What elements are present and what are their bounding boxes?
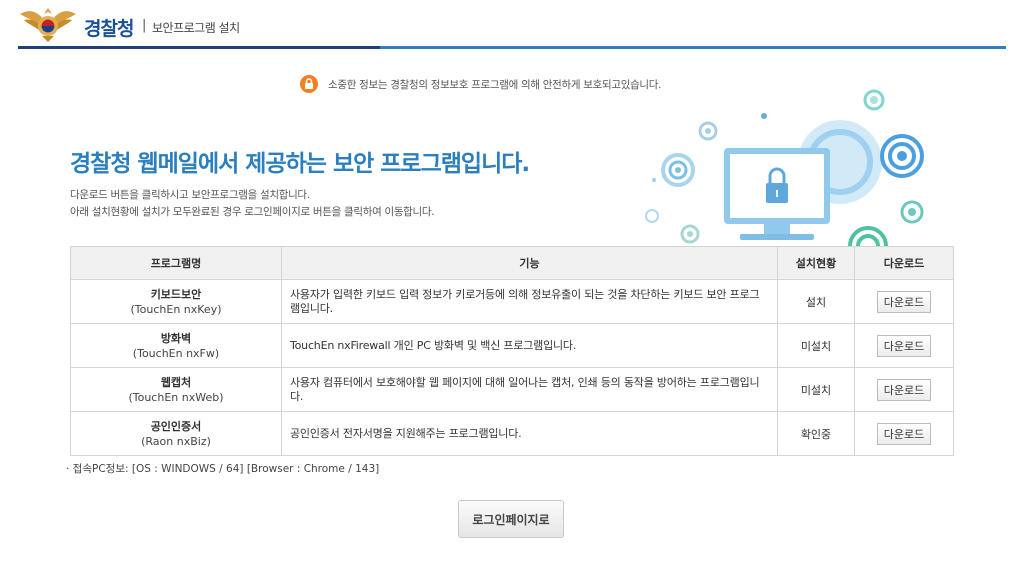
- table-row: 공인인증서 (Raon nxBiz) 공인인증서 전자서명을 지원해주는 프로그…: [70, 411, 954, 456]
- download-button[interactable]: 다운로드: [876, 290, 932, 313]
- brand-title: 경찰청: [84, 18, 134, 40]
- program-function: 사용자 컴퓨터에서 보호해야할 웹 페이지에 대해 일어나는 캡처, 인쇄 등의…: [281, 367, 778, 412]
- program-product: (Raon nxBiz): [141, 434, 211, 448]
- program-product: (TouchEn nxWeb): [128, 390, 224, 404]
- program-name: 공인인증서: [150, 419, 202, 433]
- login-page-button[interactable]: 로그인페이지로: [458, 500, 564, 538]
- table-row: 방화벽 (TouchEn nxFw) TouchEn nxFirewall 개인…: [70, 323, 954, 368]
- security-illustration: [640, 86, 940, 247]
- program-table: 프로그램명 기능 설치현황 다운로드 키보드보안 (TouchEn nxKey)…: [70, 246, 954, 456]
- notice-text: 소중한 정보는 경찰청의 정보보호 프로그램에 의해 안전하게 보호되고있습니다…: [328, 79, 662, 91]
- column-header-download: 다운로드: [854, 246, 954, 280]
- header-divider-accent: [18, 46, 380, 49]
- program-name: 웹캡처: [160, 375, 192, 389]
- page-subtitle: 보안프로그램 설치: [152, 21, 240, 35]
- column-header-status: 설치현황: [777, 246, 855, 280]
- download-button[interactable]: 다운로드: [876, 334, 932, 357]
- download-cell: 다운로드: [854, 411, 954, 456]
- install-status: 설치: [777, 279, 855, 324]
- download-button[interactable]: 다운로드: [876, 378, 932, 401]
- download-cell: 다운로드: [854, 367, 954, 412]
- install-status: 미설치: [777, 323, 855, 368]
- program-name: 키보드보안: [150, 287, 202, 301]
- download-cell: 다운로드: [854, 279, 954, 324]
- program-name: 방화벽: [160, 331, 192, 345]
- police-emblem-icon: [18, 4, 78, 44]
- column-header-function: 기능: [281, 246, 778, 280]
- install-status: 확인중: [777, 411, 855, 456]
- table-row: 웹캡처 (TouchEn nxWeb) 사용자 컴퓨터에서 보호해야할 웹 페이…: [70, 367, 954, 412]
- page-header: 경찰청 | 보안프로그램 설치: [0, 0, 1024, 50]
- brand-separator: |: [142, 18, 147, 33]
- table-row: 키보드보안 (TouchEn nxKey) 사용자가 입력한 키보드 입력 정보…: [70, 279, 954, 324]
- program-product: (TouchEn nxFw): [132, 346, 220, 360]
- program-product: (TouchEn nxKey): [130, 302, 222, 316]
- table-header-row: 프로그램명 기능 설치현황 다운로드: [70, 246, 954, 280]
- program-name-cell: 웹캡처 (TouchEn nxWeb): [70, 367, 282, 412]
- program-function: TouchEn nxFirewall 개인 PC 방화벽 및 백신 프로그램입니…: [281, 323, 778, 368]
- hero-description: 다운로드 버튼을 클릭하시고 보안프로그램을 설치합니다.: [70, 189, 310, 201]
- program-name-cell: 방화벽 (TouchEn nxFw): [70, 323, 282, 368]
- hero-title: 경찰청 웹메일에서 제공하는 보안 프로그램입니다.: [70, 151, 530, 177]
- program-function: 사용자가 입력한 키보드 입력 정보가 키로거등에 의해 정보유출이 되는 것을…: [281, 279, 778, 324]
- lock-icon: [300, 75, 318, 93]
- download-button[interactable]: 다운로드: [876, 422, 932, 445]
- program-name-cell: 공인인증서 (Raon nxBiz): [70, 411, 282, 456]
- install-status: 미설치: [777, 367, 855, 412]
- pc-info-text: · 접속PC정보: [OS : WINDOWS / 64] [Browser :…: [66, 463, 380, 475]
- download-cell: 다운로드: [854, 323, 954, 368]
- program-function: 공인인증서 전자서명을 지원해주는 프로그램입니다.: [281, 411, 778, 456]
- hero-description: 아래 설치현황에 설치가 모두완료된 경우 로그인페이지로 버튼을 클릭하여 이…: [70, 206, 435, 218]
- program-name-cell: 키보드보안 (TouchEn nxKey): [70, 279, 282, 324]
- column-header-name: 프로그램명: [70, 246, 282, 280]
